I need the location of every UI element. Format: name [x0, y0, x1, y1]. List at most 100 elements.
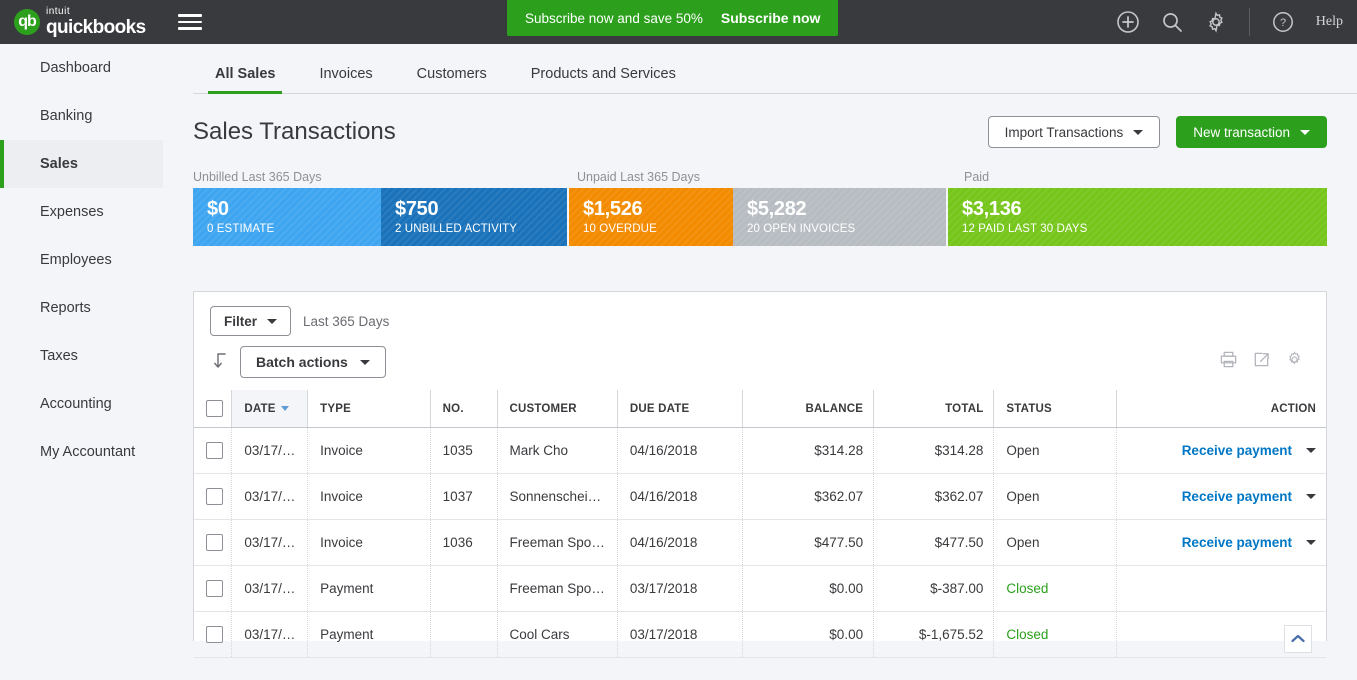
sidebar-item-label: Sales	[40, 156, 78, 172]
receive-payment-link[interactable]: Receive payment	[1182, 443, 1292, 458]
row-checkbox-cell[interactable]	[194, 612, 232, 658]
logo-product-text: quickbooks	[46, 18, 146, 37]
cell-customer: Mark Cho	[497, 428, 617, 474]
money-bar-labels: Unbilled Last 365 DaysUnpaid Last 365 Da…	[193, 170, 1327, 188]
sort-arrow-icon[interactable]	[210, 351, 232, 373]
row-checkbox[interactable]	[206, 442, 223, 459]
batch-actions-button[interactable]: Batch actions	[240, 346, 386, 378]
receive-payment-link[interactable]: Receive payment	[1182, 535, 1292, 550]
action-cell[interactable]: Receive payment	[1116, 520, 1326, 566]
export-icon[interactable]	[1252, 350, 1271, 369]
status-badge: Open	[1006, 535, 1039, 550]
cell-date: 03/17/2018	[232, 428, 308, 474]
action-cell[interactable]	[1116, 566, 1326, 612]
sidebar-item-sales[interactable]: Sales	[0, 140, 163, 188]
cell-customer: Freeman Sporti...	[497, 566, 617, 612]
row-checkbox-cell[interactable]	[194, 474, 232, 520]
table-row[interactable]: 03/17/2018Invoice1037Sonnenschein ...04/…	[194, 474, 1326, 520]
column-header-action[interactable]: ACTION	[1116, 390, 1326, 428]
chevron-down-icon[interactable]	[1306, 540, 1316, 545]
tab-customers[interactable]: Customers	[395, 66, 509, 94]
money-bar-segment[interactable]: $5,28220 OPEN INVOICES	[733, 188, 946, 246]
table-row[interactable]: 03/17/2018Invoice1036Freeman Sporti...04…	[194, 520, 1326, 566]
chevron-down-icon[interactable]	[1306, 494, 1316, 499]
money-bar-group-label: Unbilled Last 365 Days	[193, 170, 322, 184]
tab-products-and-services[interactable]: Products and Services	[509, 66, 698, 94]
row-checkbox-cell[interactable]	[194, 566, 232, 612]
row-checkbox-cell[interactable]	[194, 520, 232, 566]
sidebar-item-dashboard[interactable]: Dashboard	[0, 44, 163, 92]
sidebar-item-reports[interactable]: Reports	[0, 284, 163, 332]
table-row[interactable]: 03/17/2018Invoice1035Mark Cho04/16/2018$…	[194, 428, 1326, 474]
plus-icon[interactable]	[1117, 11, 1139, 33]
svg-text:?: ?	[1280, 17, 1286, 29]
sidebar-item-expenses[interactable]: Expenses	[0, 188, 163, 236]
receive-payment-link[interactable]: Receive payment	[1182, 489, 1292, 504]
column-header-label: BALANCE	[805, 403, 863, 415]
print-icon[interactable]	[1219, 350, 1238, 369]
import-transactions-button[interactable]: Import Transactions	[988, 116, 1161, 148]
column-header-type[interactable]: TYPE	[308, 390, 431, 428]
column-header-total[interactable]: TOTAL	[874, 390, 994, 428]
filter-label: Filter	[224, 314, 257, 329]
quickbooks-logo[interactable]: qb intuit quickbooks	[14, 7, 146, 37]
cell-customer: Freeman Sporti...	[497, 520, 617, 566]
action-cell[interactable]: Receive payment	[1116, 428, 1326, 474]
cell-due_date: 04/16/2018	[617, 474, 742, 520]
cell-date: 03/17/2018	[232, 612, 308, 658]
table-header: DATETYPE NO. CUSTOMER DUE DATE BALANCE TOTAL S…	[194, 390, 1326, 428]
new-transaction-button[interactable]: New transaction	[1176, 116, 1327, 148]
cell-type: Invoice	[308, 474, 431, 520]
column-header-no[interactable]: NO.	[430, 390, 497, 428]
tab-all-sales[interactable]: All Sales	[193, 66, 297, 94]
column-header-balance[interactable]: BALANCE	[742, 390, 873, 428]
cell-date: 03/17/2018	[232, 474, 308, 520]
select-all-checkbox[interactable]	[206, 400, 223, 417]
column-header-label: NO.	[443, 403, 464, 415]
sidebar-item-my-accountant[interactable]: My Accountant	[0, 428, 163, 476]
row-checkbox[interactable]	[206, 488, 223, 505]
sidebar-item-employees[interactable]: Employees	[0, 236, 163, 284]
hamburger-icon[interactable]	[178, 10, 202, 34]
table-row[interactable]: 03/17/2018PaymentFreeman Sporti...03/17/…	[194, 566, 1326, 612]
tab-invoices[interactable]: Invoices	[297, 66, 394, 94]
column-header-label: TOTAL	[945, 403, 983, 415]
sidebar-item-label: Taxes	[40, 348, 78, 364]
promo-text: Subscribe now and save 50%	[525, 11, 703, 26]
column-header-due_date[interactable]: DUE DATE	[617, 390, 742, 428]
promo-banner[interactable]: Subscribe now and save 50% Subscribe now	[507, 0, 838, 36]
cell-date: 03/17/2018	[232, 566, 308, 612]
money-bar-segment[interactable]: $00 ESTIMATE	[193, 188, 381, 246]
row-checkbox[interactable]	[206, 580, 223, 597]
help-label[interactable]: Help	[1316, 14, 1343, 30]
column-header-status[interactable]: STATUS	[994, 390, 1117, 428]
column-header-checkbox[interactable]	[194, 390, 232, 428]
money-bar-segment[interactable]: $1,52610 OVERDUE	[569, 188, 733, 246]
sidebar-item-taxes[interactable]: Taxes	[0, 332, 163, 380]
gear-icon[interactable]	[1285, 350, 1304, 369]
sidebar-item-accounting[interactable]: Accounting	[0, 380, 163, 428]
column-header-customer[interactable]: CUSTOMER	[497, 390, 617, 428]
chevron-down-icon	[1133, 130, 1143, 135]
page-header: Sales Transactions Import Transactions N…	[163, 94, 1357, 148]
gear-icon[interactable]	[1205, 11, 1227, 33]
money-bar-segment[interactable]: $3,13612 PAID LAST 30 DAYS	[948, 188, 1327, 246]
sidebar-item-label: Employees	[40, 252, 112, 268]
table-row[interactable]: 03/17/2018PaymentCool Cars03/17/2018$0.0…	[194, 612, 1326, 658]
scroll-to-top-button[interactable]	[1284, 625, 1312, 653]
column-header-label: CUSTOMER	[510, 403, 577, 415]
money-bar-group: $3,13612 PAID LAST 30 DAYS	[948, 188, 1327, 246]
row-checkbox[interactable]	[206, 626, 223, 643]
search-icon[interactable]	[1161, 11, 1183, 33]
top-bar-divider	[1249, 8, 1250, 36]
money-bar-segment[interactable]: $7502 UNBILLED ACTIVITY	[381, 188, 567, 246]
help-icon[interactable]: ?	[1272, 11, 1294, 33]
action-cell[interactable]: Receive payment	[1116, 474, 1326, 520]
chevron-down-icon[interactable]	[1306, 448, 1316, 453]
sidebar-item-banking[interactable]: Banking	[0, 92, 163, 140]
row-checkbox-cell[interactable]	[194, 428, 232, 474]
subscribe-now-button[interactable]: Subscribe now	[721, 10, 821, 26]
filter-button[interactable]: Filter	[210, 306, 291, 336]
row-checkbox[interactable]	[206, 534, 223, 551]
column-header-date[interactable]: DATE	[232, 390, 308, 428]
